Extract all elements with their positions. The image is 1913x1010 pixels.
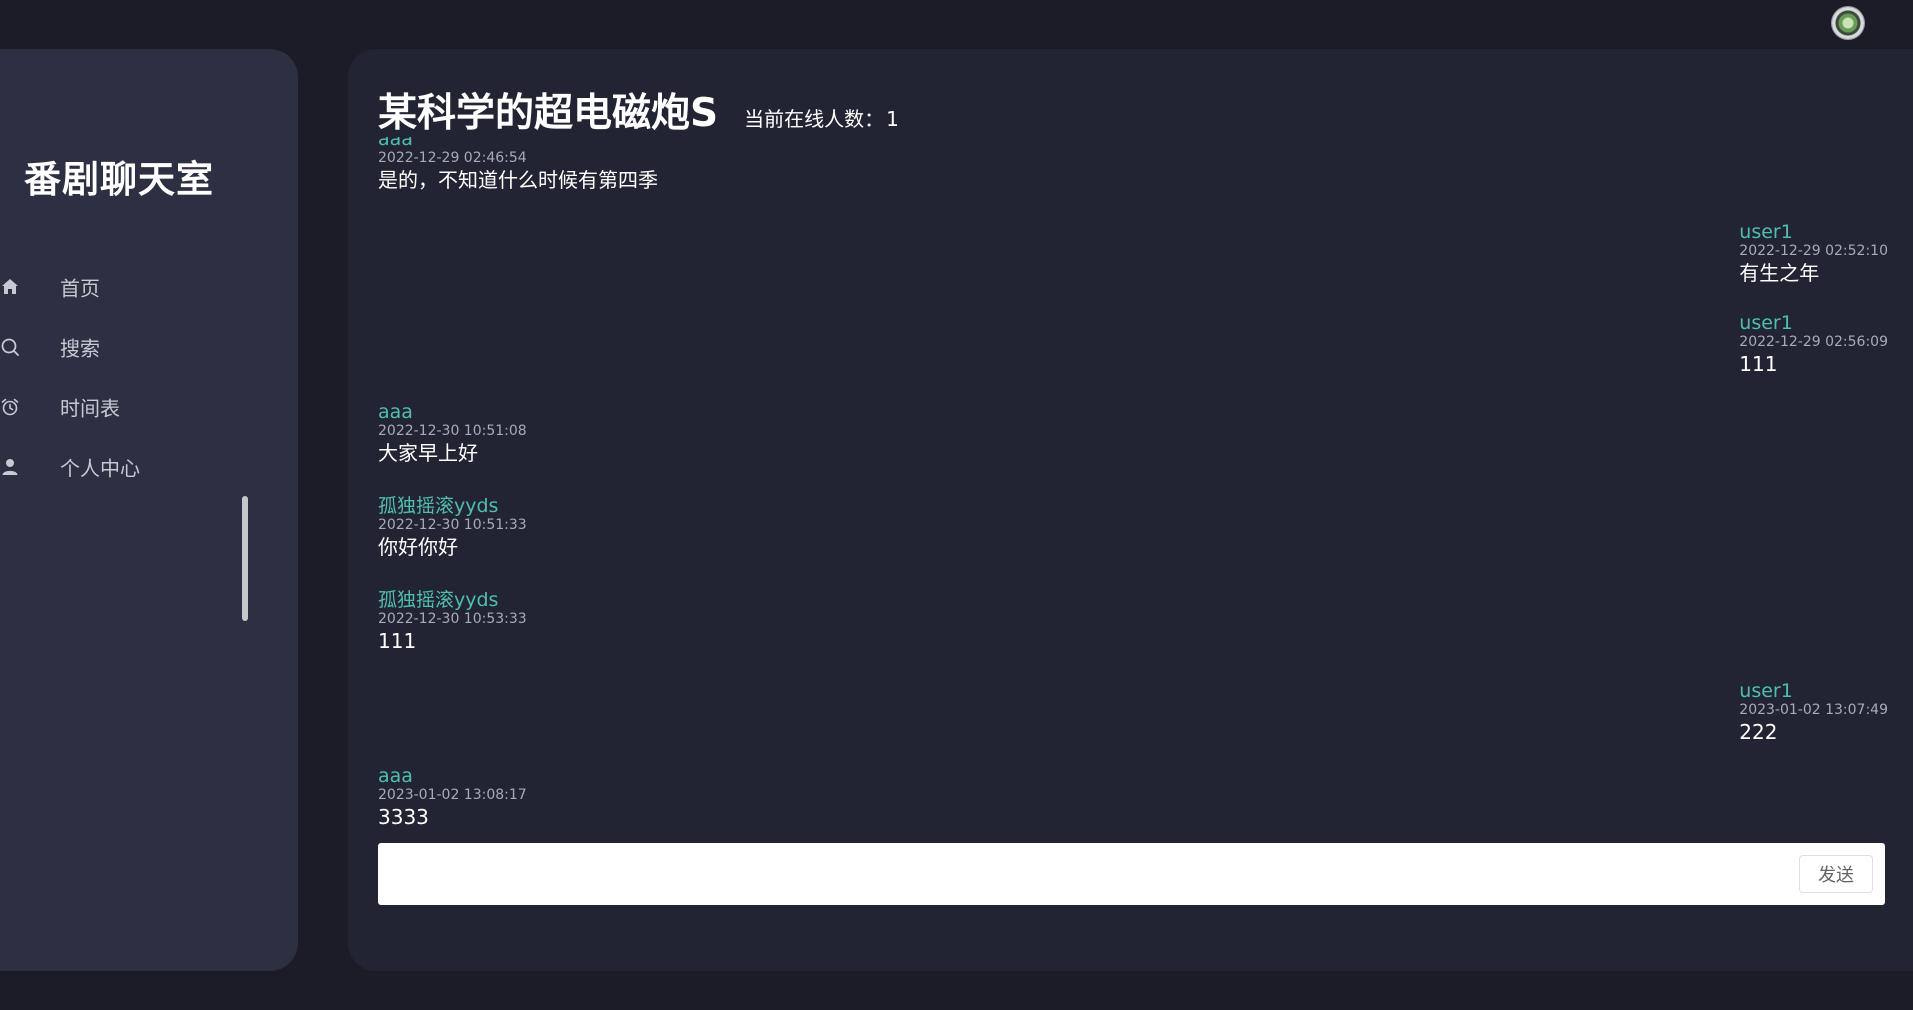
message-timestamp: 2022-12-30 10:51:08 <box>378 423 527 439</box>
avatar[interactable] <box>1832 7 1864 39</box>
online-label: 当前在线人数： <box>744 107 885 131</box>
alarm-clock-icon <box>0 397 20 417</box>
message-timestamp: 2022-12-29 02:46:54 <box>378 150 527 166</box>
sidebar-item-label: 时间表 <box>60 396 120 421</box>
sidebar-scrollbar[interactable] <box>242 496 248 621</box>
message-item: aaa 2023-01-02 13:08:17 3333 <box>378 765 527 830</box>
sidebar-item-search[interactable]: 搜索 <box>0 317 268 377</box>
message-username[interactable]: aaa <box>378 765 527 787</box>
message-item: user1 2022-12-29 02:56:09 111 <box>1739 312 1888 377</box>
online-number: 1 <box>886 107 899 131</box>
message-text: 222 <box>1739 720 1778 744</box>
search-icon <box>0 337 20 357</box>
message-timestamp: 2022-12-29 02:56:09 <box>1739 334 1888 350</box>
message-item: user1 2022-12-29 02:52:10 有生之年 <box>1739 221 1888 286</box>
home-icon <box>0 277 20 297</box>
message-text: 3333 <box>378 805 429 829</box>
brand-title: 番剧聊天室 <box>24 158 214 201</box>
message-item: aaa 2022-12-30 10:51:08 大家早上好 <box>378 401 527 466</box>
chat-panel: 某科学的超电磁炮S 当前在线人数： 1 aaa 2022-12-29 02:46:… <box>348 49 1913 971</box>
message-username[interactable]: 孤独摇滚yyds <box>378 589 527 611</box>
message-item: 孤独摇滚yyds 2022-12-30 10:51:33 你好你好 <box>378 495 527 560</box>
room-title: 某科学的超电磁炮S <box>378 91 719 136</box>
message-item: 孤独摇滚yyds 2022-12-30 10:53:33 111 <box>378 589 527 654</box>
message-timestamp: 2022-12-30 10:51:33 <box>378 517 527 533</box>
sidebar-item-schedule[interactable]: 时间表 <box>0 377 268 437</box>
chat-header: 某科学的超电磁炮S 当前在线人数： 1 <box>378 82 899 138</box>
online-count: 当前在线人数： 1 <box>744 103 899 132</box>
message-input[interactable] <box>390 853 1754 895</box>
message-timestamp: 2023-01-02 13:07:49 <box>1739 702 1888 718</box>
message-username[interactable]: aaa <box>378 137 658 150</box>
message-item: user1 2023-01-02 13:07:49 222 <box>1739 680 1888 745</box>
sidebar-item-home[interactable]: 首页 <box>0 257 268 317</box>
sidebar-item-label: 首页 <box>60 276 100 301</box>
message-timestamp: 2022-12-29 02:52:10 <box>1739 243 1888 259</box>
user-icon <box>0 457 20 477</box>
message-timestamp: 2023-01-02 13:08:17 <box>378 787 527 803</box>
message-text: 111 <box>1739 352 1778 376</box>
message-text: 111 <box>378 629 417 653</box>
sidebar-item-label: 个人中心 <box>60 456 140 481</box>
message-username[interactable]: 孤独摇滚yyds <box>378 495 527 517</box>
message-text: 大家早上好 <box>378 441 478 465</box>
message-item: aaa 2022-12-29 02:46:54 是的，不知道什么时候有第四季 <box>378 137 658 193</box>
message-username[interactable]: user1 <box>1739 680 1888 702</box>
message-text: 有生之年 <box>1739 261 1820 285</box>
message-text: 是的，不知道什么时候有第四季 <box>378 168 658 192</box>
message-timestamp: 2022-12-30 10:53:33 <box>378 611 527 627</box>
sidebar: 番剧聊天室 首页 搜索 时间表 个人中心 <box>0 49 298 971</box>
sidebar-item-profile[interactable]: 个人中心 <box>0 437 268 497</box>
sidebar-item-label: 搜索 <box>60 336 100 361</box>
message-username[interactable]: aaa <box>378 401 527 423</box>
message-username[interactable]: user1 <box>1739 312 1888 334</box>
send-button[interactable]: 发送 <box>1799 855 1873 893</box>
sidebar-nav: 首页 搜索 时间表 个人中心 <box>0 257 268 497</box>
message-composer: 发送 <box>378 843 1885 905</box>
page: 番剧聊天室 首页 搜索 时间表 个人中心 某科学的超电磁炮S 当前在线人数： 1… <box>0 0 1913 1010</box>
message-list[interactable]: aaa 2022-12-29 02:46:54 是的，不知道什么时候有第四季 u… <box>378 137 1888 882</box>
message-text: 你好你好 <box>378 535 458 559</box>
message-username[interactable]: user1 <box>1739 221 1888 243</box>
